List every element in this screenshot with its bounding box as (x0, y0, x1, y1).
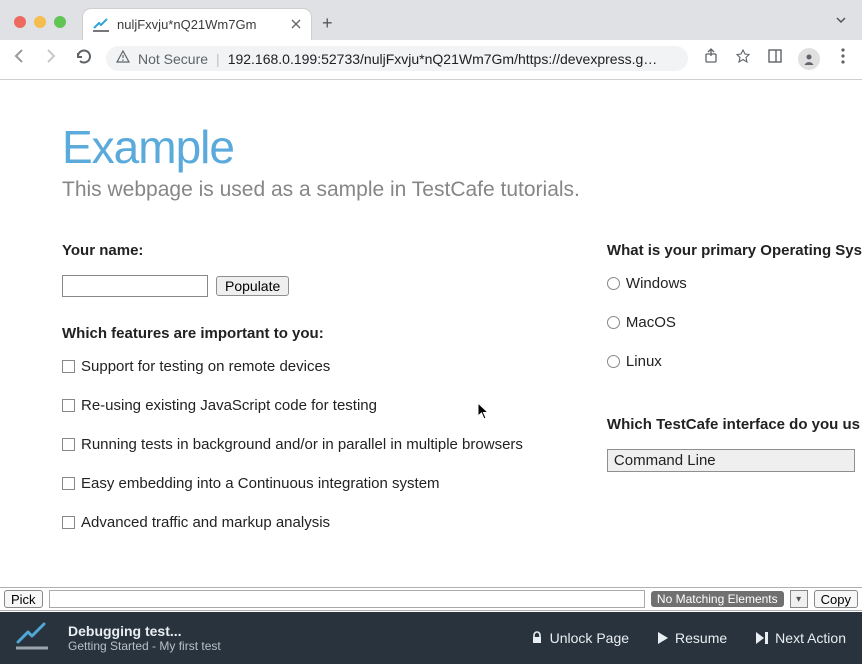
testcafe-logo-icon (16, 622, 48, 655)
selector-dropdown[interactable]: ▾ (790, 590, 808, 608)
pick-button[interactable]: Pick (4, 590, 43, 608)
side-panel-icon[interactable] (766, 48, 784, 69)
name-label: Your name: (62, 242, 561, 259)
os-radio[interactable]: MacOS (607, 314, 862, 331)
debug-status-subtitle: Getting Started - My first test (68, 639, 221, 653)
os-radio-group: Windows MacOS Linux (607, 275, 862, 370)
page-title: Example (62, 120, 862, 174)
window-controls (14, 16, 66, 28)
url-text: 192.168.0.199:52733/nuljFxvju*nQ21Wm7Gm/… (228, 51, 678, 67)
feature-checkbox[interactable]: Running tests in background and/or in pa… (62, 436, 561, 453)
testcafe-debug-bar: Debugging test... Getting Started - My f… (0, 612, 862, 664)
selector-input[interactable] (49, 590, 645, 608)
share-icon[interactable] (702, 48, 720, 69)
selector-pick-bar: Pick No Matching Elements ▾ Copy (0, 587, 862, 611)
resume-button[interactable]: Resume (657, 630, 727, 646)
tab-bar: nuljFxvju*nQ21Wm7Gm + (0, 0, 862, 40)
address-bar[interactable]: Not Secure | 192.168.0.199:52733/nuljFxv… (106, 46, 688, 71)
debug-status: Debugging test... Getting Started - My f… (68, 623, 221, 653)
no-matching-elements-badge: No Matching Elements (651, 591, 784, 607)
page-content: Example This webpage is used as a sample… (0, 80, 862, 531)
tab-title: nuljFxvju*nQ21Wm7Gm (117, 17, 256, 32)
profile-avatar[interactable] (798, 48, 820, 70)
next-action-button[interactable]: Next Action (755, 630, 846, 646)
close-window-button[interactable] (14, 16, 26, 28)
checkbox-icon (62, 360, 75, 373)
lock-icon (530, 631, 544, 645)
chevron-down-icon[interactable] (834, 13, 848, 32)
feature-checkbox[interactable]: Support for testing on remote devices (62, 358, 561, 375)
interface-label: Which TestCafe interface do you us (607, 416, 862, 433)
features-list: Support for testing on remote devices Re… (62, 358, 561, 531)
omnibox-divider: | (216, 51, 220, 67)
browser-toolbar: Not Secure | 192.168.0.199:52733/nuljFxv… (0, 40, 862, 79)
maximize-window-button[interactable] (54, 16, 66, 28)
radio-icon (607, 277, 620, 290)
os-label: What is your primary Operating Sys (607, 242, 862, 259)
reload-button[interactable] (74, 48, 92, 70)
interface-select[interactable]: Command Line (607, 449, 855, 472)
features-label: Which features are important to you: (62, 325, 561, 342)
step-icon (755, 631, 769, 645)
checkbox-icon (62, 438, 75, 451)
page-subtitle: This webpage is used as a sample in Test… (62, 178, 862, 202)
back-button[interactable] (10, 47, 28, 70)
mouse-cursor-icon (477, 402, 491, 425)
os-radio[interactable]: Windows (607, 275, 862, 292)
not-secure-icon (116, 50, 130, 67)
os-radio[interactable]: Linux (607, 353, 862, 370)
browser-tab[interactable]: nuljFxvju*nQ21Wm7Gm (82, 8, 312, 40)
feature-checkbox[interactable]: Easy embedding into a Continuous integra… (62, 475, 561, 492)
not-secure-label: Not Secure (138, 51, 208, 67)
debug-status-title: Debugging test... (68, 623, 221, 639)
name-input[interactable] (62, 275, 208, 297)
radio-icon (607, 355, 620, 368)
play-icon (657, 631, 669, 645)
menu-icon[interactable] (834, 48, 852, 69)
new-tab-button[interactable]: + (322, 13, 333, 34)
bookmark-icon[interactable] (734, 48, 752, 69)
checkbox-icon (62, 516, 75, 529)
unlock-page-button[interactable]: Unlock Page (530, 630, 629, 646)
browser-chrome: nuljFxvju*nQ21Wm7Gm + Not Secure | 192.1… (0, 0, 862, 80)
testcafe-favicon (93, 17, 109, 33)
close-tab-icon[interactable] (291, 17, 301, 32)
populate-button[interactable]: Populate (216, 276, 289, 296)
minimize-window-button[interactable] (34, 16, 46, 28)
forward-button (42, 47, 60, 70)
checkbox-icon (62, 477, 75, 490)
checkbox-icon (62, 399, 75, 412)
feature-checkbox[interactable]: Advanced traffic and markup analysis (62, 514, 561, 531)
copy-button[interactable]: Copy (814, 590, 858, 608)
radio-icon (607, 316, 620, 329)
